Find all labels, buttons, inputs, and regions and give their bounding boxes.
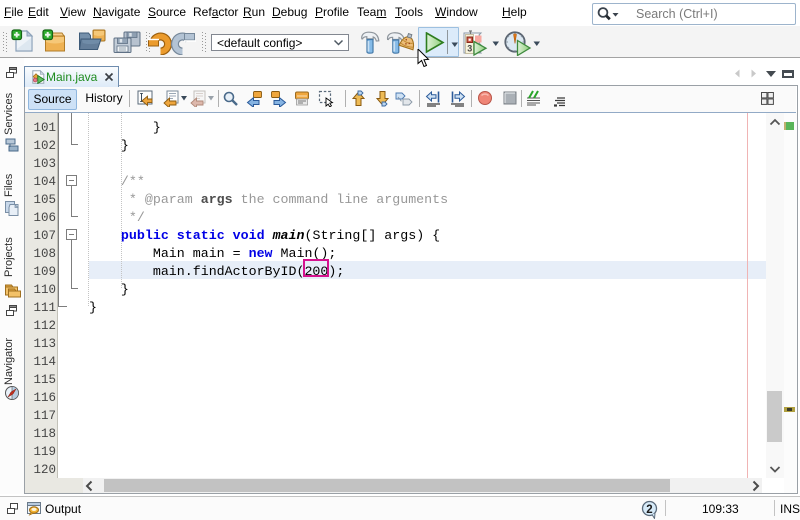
svg-text:2: 2: [646, 504, 652, 516]
svg-text:3: 3: [467, 44, 472, 54]
